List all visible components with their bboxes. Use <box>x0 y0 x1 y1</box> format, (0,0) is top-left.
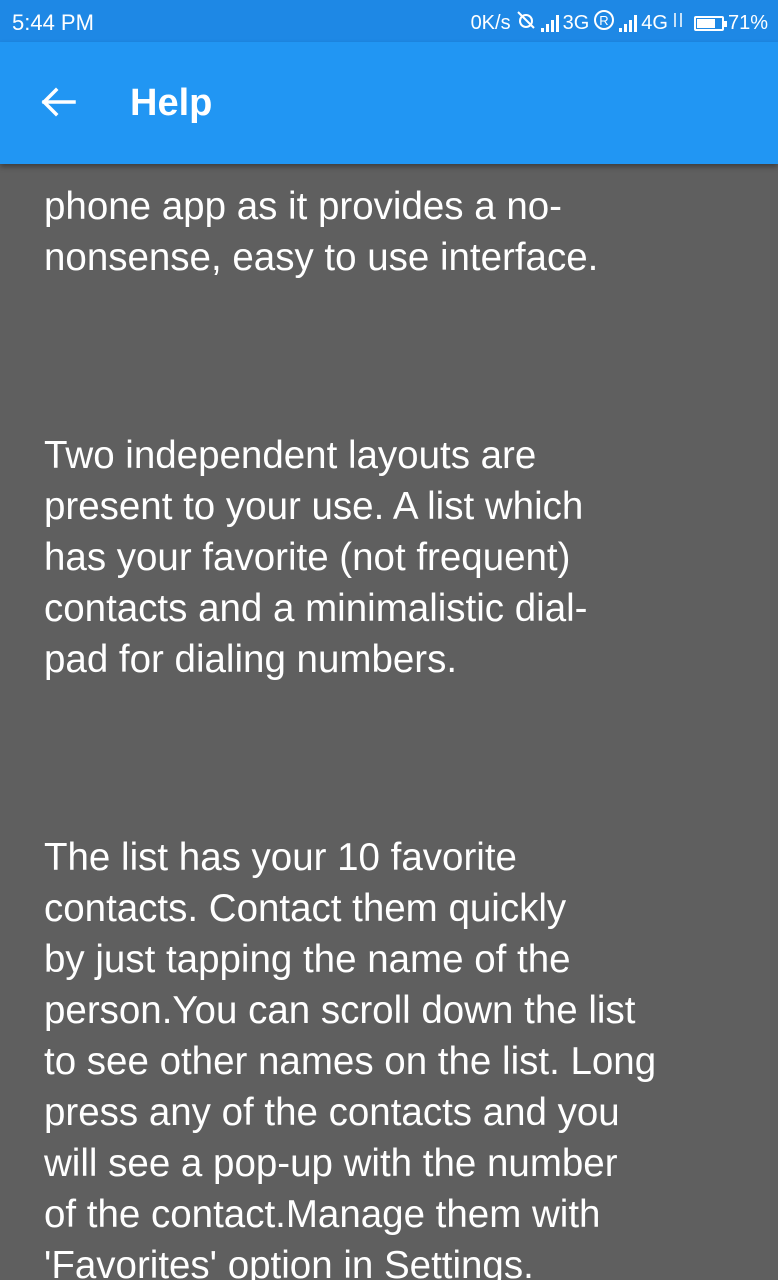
battery-percent: 71% <box>727 11 768 34</box>
signal-strength-icon <box>540 14 559 32</box>
help-paragraph-1: phone app as it provides a no- nonsense,… <box>44 185 599 279</box>
network-speed: 0K/s <box>470 11 511 34</box>
status-indicators: 0K/s 3G R 4G 71% <box>471 9 768 37</box>
network-type-2: 4G <box>641 11 668 34</box>
data-transfer-icon <box>672 10 684 36</box>
roaming-icon: R <box>593 9 615 37</box>
help-content-scroll[interactable]: phone app as it provides a no- nonsense,… <box>0 164 778 1280</box>
help-text: phone app as it provides a no- nonsense,… <box>44 164 744 1280</box>
help-paragraph-3: The list has your 10 favorite contacts. … <box>44 836 657 1280</box>
svg-text:R: R <box>600 13 609 28</box>
help-paragraph-2: Two independent layouts are present to y… <box>44 434 588 681</box>
alarm-off-icon <box>515 10 537 36</box>
app-bar: Help <box>0 42 778 164</box>
battery-level-fill <box>696 18 716 28</box>
status-bar: 5:44 PM 0K/s 3G R 4G 71% <box>0 0 778 42</box>
network-type-1: 3G <box>562 11 590 34</box>
page-title: Help <box>130 82 213 124</box>
status-time: 5:44 PM <box>12 10 94 35</box>
back-button[interactable] <box>30 76 86 132</box>
arrow-left-icon <box>38 82 78 127</box>
signal-strength-icon-2 <box>619 14 638 32</box>
battery-icon <box>693 15 727 31</box>
